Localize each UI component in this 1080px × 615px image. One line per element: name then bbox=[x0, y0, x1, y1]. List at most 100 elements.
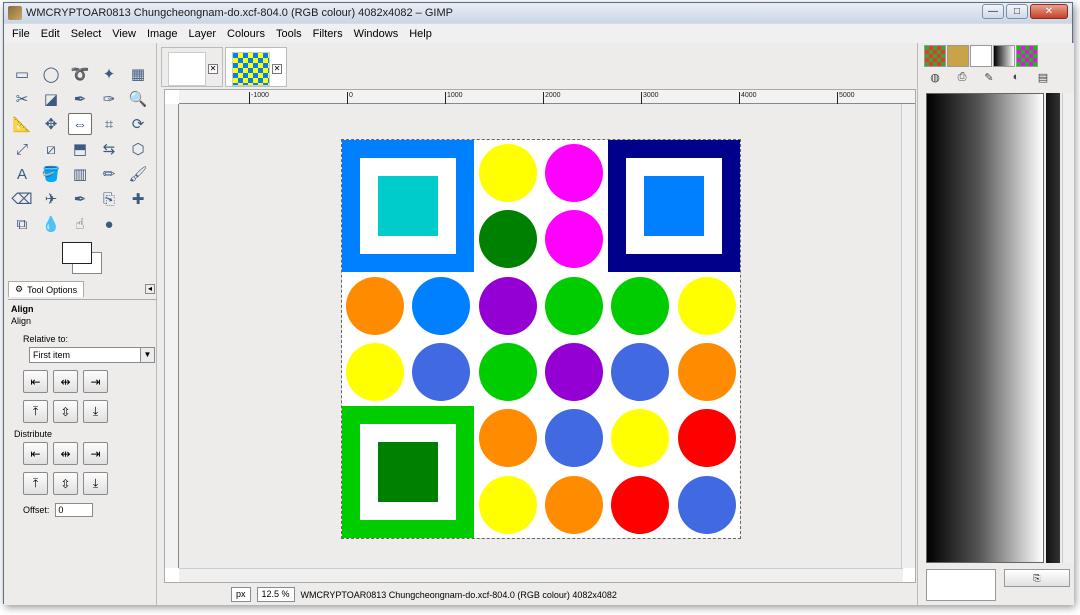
menu-layer[interactable]: Layer bbox=[189, 28, 217, 40]
fg-bg-color-selector[interactable] bbox=[60, 242, 106, 274]
paths-tool-icon[interactable]: ✒ bbox=[68, 88, 92, 110]
close-button[interactable]: ✕ bbox=[1030, 4, 1068, 19]
close-tab-icon[interactable]: ✕ bbox=[272, 64, 282, 74]
align-top-button[interactable]: ⤒ bbox=[23, 400, 48, 423]
airbrush-tool-icon[interactable]: ✈ bbox=[39, 188, 63, 210]
bucket-fill-tool-icon[interactable]: 🪣 bbox=[39, 163, 63, 185]
ellipse-select-tool-icon[interactable]: ◯ bbox=[39, 63, 63, 85]
horizontal-scrollbar[interactable] bbox=[179, 568, 903, 582]
pattern-icon[interactable]: ◐ bbox=[1007, 71, 1025, 87]
menu-view[interactable]: View bbox=[112, 28, 136, 40]
unit-select[interactable]: px bbox=[231, 587, 251, 602]
patterns-tab-icon[interactable] bbox=[924, 45, 946, 67]
palettes-tab-icon[interactable] bbox=[1016, 45, 1038, 67]
image-tab-1[interactable]: ✕ bbox=[161, 47, 223, 87]
close-tab-icon[interactable]: ✕ bbox=[208, 64, 218, 74]
zoom-select[interactable]: 12.5 % bbox=[256, 587, 295, 602]
pencil-tool-icon[interactable]: ✏ bbox=[97, 163, 121, 185]
align-tool-icon[interactable]: ⇔ bbox=[68, 113, 92, 135]
tool-grid: ▭ ◯ ➰ ✦ ▦ ✂ ◪ ✒ ✑ 🔍 📐 ✥ ⇔ ⌗ ⟳ ⤢ ⧄ ⬒ ⇆ ⬡ A 🪣 ▥ ✏ 🖌 ⌫ ✈ ✒ ⎘ ✚ ⧉ 💧 ☝ ● bbox=[10, 63, 150, 238]
align-middle-button[interactable]: ⇳ bbox=[53, 400, 78, 423]
horizontal-ruler[interactable]: -1000 0 1000 2000 3000 4000 5000 bbox=[179, 90, 915, 104]
gradients-tab-icon[interactable] bbox=[993, 45, 1015, 67]
dodge-burn-tool-icon[interactable]: ● bbox=[97, 213, 121, 235]
distribute-bottom-button[interactable]: ⤓ bbox=[83, 472, 108, 495]
move-tool-icon[interactable]: ✥ bbox=[39, 113, 63, 135]
circle-shape bbox=[346, 276, 404, 335]
select-by-color-tool-icon[interactable]: ▦ bbox=[126, 63, 150, 85]
brush-icon[interactable]: ✎ bbox=[980, 71, 998, 87]
distribute-center-button[interactable]: ⇹ bbox=[53, 442, 78, 465]
distribute-left-button[interactable]: ⇤ bbox=[23, 442, 48, 465]
measure-tool-icon[interactable]: 📐 bbox=[10, 113, 34, 135]
cage-tool-icon[interactable]: ⬡ bbox=[126, 138, 150, 160]
perspective-tool-icon[interactable]: ⬒ bbox=[68, 138, 92, 160]
rotate-tool-icon[interactable]: ⟳ bbox=[126, 113, 150, 135]
rect-select-tool-icon[interactable]: ▭ bbox=[10, 63, 34, 85]
heal-tool-icon[interactable]: ✚ bbox=[126, 188, 150, 210]
menu-file[interactable]: File bbox=[12, 28, 30, 40]
printer-icon[interactable]: ⎙ bbox=[953, 71, 971, 87]
color-picker-tool-icon[interactable]: ✑ bbox=[97, 88, 121, 110]
vertical-scrollbar[interactable] bbox=[901, 104, 915, 568]
window-controls: — □ ✕ bbox=[982, 4, 1068, 19]
menu-image[interactable]: Image bbox=[147, 28, 178, 40]
smudge-tool-icon[interactable]: ☝ bbox=[68, 213, 92, 235]
gimp-icon[interactable]: ◍ bbox=[926, 71, 944, 87]
paintbrush-tool-icon[interactable]: 🖌 bbox=[126, 163, 150, 185]
distribute-top-button[interactable]: ⤒ bbox=[23, 472, 48, 495]
menu-edit[interactable]: Edit bbox=[41, 28, 60, 40]
scale-tool-icon[interactable]: ⤢ bbox=[10, 138, 34, 160]
align-left-button[interactable]: ⇤ bbox=[23, 370, 48, 393]
blur-tool-icon[interactable]: 💧 bbox=[39, 213, 63, 235]
perspective-clone-tool-icon[interactable]: ⧉ bbox=[10, 213, 34, 235]
align-center-button[interactable]: ⇹ bbox=[53, 370, 78, 393]
tab-menu-icon[interactable]: ◂ bbox=[145, 284, 155, 294]
align-right-button[interactable]: ⇥ bbox=[83, 370, 108, 393]
distribute-middle-button[interactable]: ⇳ bbox=[53, 472, 78, 495]
scissors-tool-icon[interactable]: ✂ bbox=[10, 88, 34, 110]
tool-options-panel: ⚙ Tool Options ◂ Align Align Relative to… bbox=[8, 279, 157, 605]
blend-tool-icon[interactable]: ▥ bbox=[68, 163, 92, 185]
shear-tool-icon[interactable]: ⧄ bbox=[39, 138, 63, 160]
fuzzy-select-tool-icon[interactable]: ✦ bbox=[97, 63, 121, 85]
image-content[interactable] bbox=[341, 139, 741, 539]
menu-tools[interactable]: Tools bbox=[276, 28, 302, 40]
menu-colours[interactable]: Colours bbox=[227, 28, 265, 40]
canvas[interactable] bbox=[179, 104, 901, 568]
dock-scrollbar[interactable] bbox=[1062, 93, 1074, 563]
menu-windows[interactable]: Windows bbox=[354, 28, 399, 40]
paths-tab-icon[interactable] bbox=[970, 45, 992, 67]
zoom-tool-icon[interactable]: 🔍 bbox=[126, 88, 150, 110]
maximize-button[interactable]: □ bbox=[1006, 4, 1028, 19]
free-select-tool-icon[interactable]: ➰ bbox=[68, 63, 92, 85]
status-bar: px 12.5 % WMCRYPTOAR0813 Chungcheongnam-… bbox=[159, 584, 916, 605]
gradient-preview[interactable] bbox=[926, 93, 1044, 563]
text-tool-icon[interactable]: A bbox=[10, 163, 34, 185]
vertical-ruler[interactable] bbox=[165, 104, 179, 568]
clone-tool-icon[interactable]: ⎘ bbox=[97, 188, 121, 210]
flip-tool-icon[interactable]: ⇆ bbox=[97, 138, 121, 160]
eraser-tool-icon[interactable]: ⌫ bbox=[10, 188, 34, 210]
align-bottom-button[interactable]: ⤓ bbox=[83, 400, 108, 423]
crop-tool-icon[interactable]: ⌗ bbox=[97, 113, 121, 135]
relative-to-select[interactable]: First item ▼ bbox=[29, 347, 155, 363]
distribute-right-button[interactable]: ⇥ bbox=[83, 442, 108, 465]
dock-tool-icons: ◍ ⎙ ✎ ◐ ▤ bbox=[926, 71, 1052, 87]
circle-shape bbox=[611, 276, 670, 335]
offset-input[interactable]: 0 bbox=[55, 503, 94, 517]
foreground-select-tool-icon[interactable]: ◪ bbox=[39, 88, 63, 110]
menu-help[interactable]: Help bbox=[409, 28, 432, 40]
dock-action-button[interactable]: ⎘ bbox=[1004, 569, 1070, 587]
ink-tool-icon[interactable]: ✒ bbox=[68, 188, 92, 210]
gradient-icon[interactable]: ▤ bbox=[1034, 71, 1052, 87]
tool-options-tab[interactable]: ⚙ Tool Options bbox=[8, 281, 85, 297]
foreground-color-swatch[interactable] bbox=[62, 242, 92, 264]
menu-select[interactable]: Select bbox=[71, 28, 102, 40]
image-tab-2[interactable]: ✕ bbox=[225, 47, 287, 87]
minimize-button[interactable]: — bbox=[982, 4, 1004, 19]
circle-shape bbox=[478, 210, 537, 269]
gradient-list[interactable] bbox=[1046, 93, 1060, 563]
brushes-tab-icon[interactable] bbox=[947, 45, 969, 67]
menu-filters[interactable]: Filters bbox=[313, 28, 343, 40]
